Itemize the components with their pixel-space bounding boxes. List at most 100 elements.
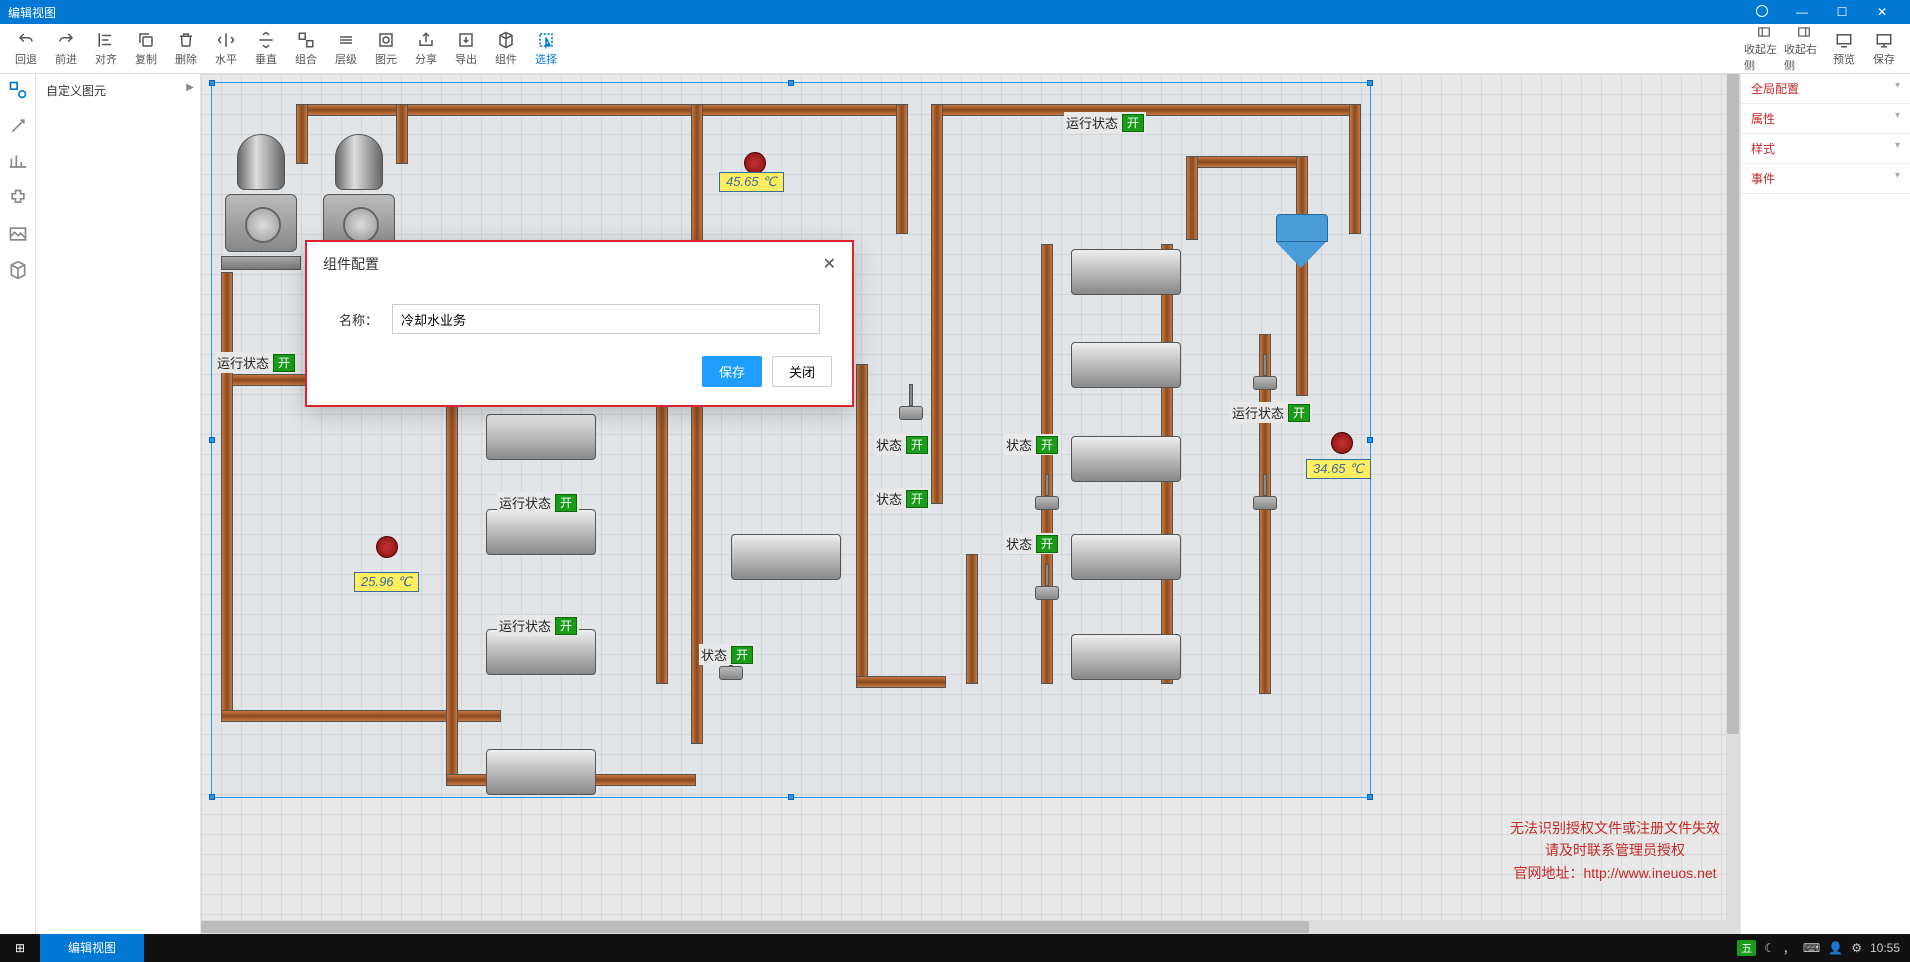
funnel-icon[interactable] xyxy=(1276,214,1326,269)
gauge-icon[interactable] xyxy=(1331,432,1353,454)
right-item-global[interactable]: 全局配置▾ xyxy=(1741,74,1910,104)
status-badge: 状态开 xyxy=(874,488,930,509)
name-label: 名称： xyxy=(339,310,378,329)
refresh-button[interactable] xyxy=(1742,5,1782,20)
taskbar-app[interactable]: 编辑视图 xyxy=(40,934,144,962)
status-badge: 状态开 xyxy=(1004,434,1060,455)
equipment-unit[interactable] xyxy=(731,534,841,580)
pump[interactable] xyxy=(221,134,301,274)
share-button[interactable]: 分享 xyxy=(406,25,446,73)
dialog-save-button[interactable]: 保存 xyxy=(702,356,762,387)
equipment-unit[interactable] xyxy=(1071,634,1181,680)
equipment-unit[interactable] xyxy=(1071,342,1181,388)
dialog-close-icon[interactable]: ✕ xyxy=(823,254,836,274)
minimize-button[interactable]: — xyxy=(1782,5,1822,19)
canvas-wrap: 运行状态开 运行状态开 运行状态关 运行状态开 运行状态开 状态开 状态开 状态… xyxy=(201,74,1740,934)
pipe xyxy=(296,104,906,116)
pipe xyxy=(1186,156,1198,240)
export-button[interactable]: 导出 xyxy=(446,25,486,73)
toolbar: 回退 前进 对齐 复制 删除 水平 垂直 组合 层级 图元 分享 导出 组件 选… xyxy=(0,24,1910,74)
titlebar: 编辑视图 — ☐ ✕ xyxy=(0,0,1910,24)
rail-shapes-icon[interactable] xyxy=(8,80,28,100)
equipment-unit[interactable] xyxy=(1071,249,1181,295)
right-item-attr[interactable]: 属性▾ xyxy=(1741,104,1910,134)
pipe xyxy=(856,364,868,684)
delete-button[interactable]: 删除 xyxy=(166,25,206,73)
select-button[interactable]: 选择 xyxy=(526,25,566,73)
tray-moon-icon[interactable]: ☾ xyxy=(1764,941,1775,955)
valve-icon[interactable] xyxy=(1035,474,1059,514)
pipe xyxy=(931,104,943,504)
collapse-right-button[interactable]: 收起右侧 xyxy=(1784,25,1824,73)
redo-button[interactable]: 前进 xyxy=(46,25,86,73)
status-badge: 运行状态开 xyxy=(1230,402,1312,423)
start-button[interactable]: ⊞ xyxy=(0,941,40,955)
gauge-icon[interactable] xyxy=(744,152,766,174)
right-item-event[interactable]: 事件▾ xyxy=(1741,164,1910,194)
rail-image-icon[interactable] xyxy=(8,224,28,244)
canvas-vscrollbar[interactable] xyxy=(1726,74,1740,920)
tray-comma-icon[interactable]: ， xyxy=(1783,940,1795,957)
maximize-button[interactable]: ☐ xyxy=(1822,5,1862,19)
equipment-unit[interactable] xyxy=(486,414,596,460)
collapse-left-button[interactable]: 收起左侧 xyxy=(1744,25,1784,73)
ime-indicator[interactable]: 五 xyxy=(1737,940,1756,956)
name-input[interactable] xyxy=(392,304,820,334)
status-badge: 状态开 xyxy=(874,434,930,455)
valve-icon[interactable] xyxy=(1035,564,1059,604)
pipe xyxy=(221,272,233,722)
component-button[interactable]: 组件 xyxy=(486,25,526,73)
temperature-display: 45.65 ℃ xyxy=(719,172,784,192)
canvas[interactable]: 运行状态开 运行状态开 运行状态关 运行状态开 运行状态开 状态开 状态开 状态… xyxy=(201,74,1740,934)
tray-gear-icon[interactable]: ⚙ xyxy=(1851,941,1862,955)
copy-button[interactable]: 复制 xyxy=(126,25,166,73)
system-tray: 五 ☾ ， ⌨ 👤 ⚙ 10:55 xyxy=(1737,940,1910,957)
rail-plugin-icon[interactable] xyxy=(8,188,28,208)
equipment-unit[interactable] xyxy=(486,509,596,555)
valve-icon[interactable] xyxy=(899,384,923,424)
save-button[interactable]: 保存 xyxy=(1864,25,1904,73)
vertical-button[interactable]: 垂直 xyxy=(246,25,286,73)
right-item-style[interactable]: 样式▾ xyxy=(1741,134,1910,164)
window-title: 编辑视图 xyxy=(8,4,56,21)
close-window-button[interactable]: ✕ xyxy=(1862,5,1902,19)
chevron-down-icon: ▾ xyxy=(1895,80,1900,97)
pipe xyxy=(1186,156,1304,168)
pipe xyxy=(1041,244,1053,684)
undo-button[interactable]: 回退 xyxy=(6,25,46,73)
preview-button[interactable]: 预览 xyxy=(1824,25,1864,73)
collapse-arrow-icon[interactable]: ▶ xyxy=(186,82,194,93)
tray-time[interactable]: 10:55 xyxy=(1870,941,1900,955)
temperature-display: 25.96 ℃ xyxy=(354,572,419,592)
pipe xyxy=(1296,156,1308,396)
valve-icon[interactable] xyxy=(1253,354,1277,394)
equipment-unit[interactable] xyxy=(1071,436,1181,482)
pipe xyxy=(856,676,946,688)
canvas-hscrollbar[interactable] xyxy=(201,920,1740,934)
rail-magic-icon[interactable] xyxy=(8,116,28,136)
horizontal-button[interactable]: 水平 xyxy=(206,25,246,73)
align-button[interactable]: 对齐 xyxy=(86,25,126,73)
temperature-display: 34.65 ℃ xyxy=(1306,459,1371,479)
gauge-icon[interactable] xyxy=(376,536,398,558)
pipe xyxy=(896,104,908,234)
rail-cube-icon[interactable] xyxy=(8,260,28,280)
rail-bars-icon[interactable] xyxy=(8,152,28,172)
valve-icon[interactable] xyxy=(1253,474,1277,514)
right-panel: 全局配置▾ 属性▾ 样式▾ 事件▾ xyxy=(1740,74,1910,934)
tray-keyboard-icon[interactable]: ⌨ xyxy=(1803,941,1820,955)
equipment-unit[interactable] xyxy=(486,749,596,795)
pipe xyxy=(656,364,668,684)
left-rail xyxy=(0,74,36,934)
pipe xyxy=(966,554,978,684)
chevron-down-icon: ▾ xyxy=(1895,140,1900,157)
status-badge: 运行状态开 xyxy=(1064,112,1146,133)
shape-button[interactable]: 图元 xyxy=(366,25,406,73)
group-button[interactable]: 组合 xyxy=(286,25,326,73)
layer-button[interactable]: 层级 xyxy=(326,25,366,73)
status-badge: 运行状态开 xyxy=(215,352,297,373)
dialog-close-button[interactable]: 关闭 xyxy=(772,356,832,387)
license-url-link[interactable]: http://www.ineuos.net xyxy=(1583,865,1716,881)
tray-person-icon[interactable]: 👤 xyxy=(1828,941,1843,955)
equipment-unit[interactable] xyxy=(1071,534,1181,580)
